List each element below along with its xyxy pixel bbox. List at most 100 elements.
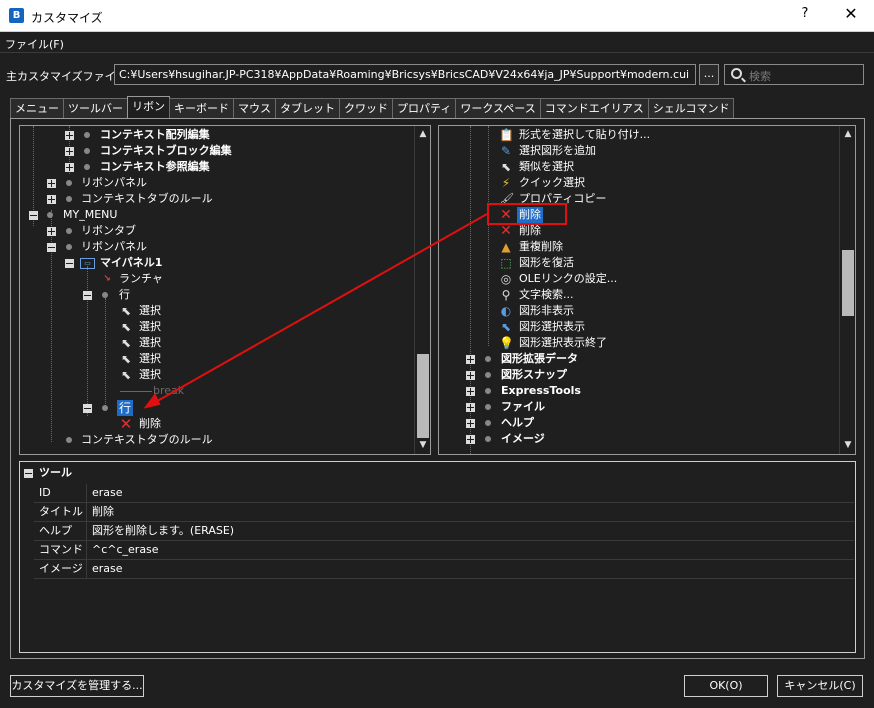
tree-item[interactable]: 行 bbox=[20, 287, 415, 303]
tree-item[interactable]: ⬉ 選択 bbox=[20, 351, 415, 367]
select-similar-icon: ⬉ bbox=[500, 160, 512, 174]
tree-item[interactable]: ↘ ランチャ bbox=[20, 271, 415, 287]
tree-item[interactable]: 図形拡張データ bbox=[439, 351, 838, 367]
tab-quad[interactable]: クワッド bbox=[339, 98, 393, 119]
tree-item[interactable]: 図形スナップ bbox=[439, 367, 838, 383]
tab-tablet[interactable]: タブレット bbox=[275, 98, 340, 119]
node-dot-icon bbox=[485, 372, 491, 378]
unisolate-icon: 💡 bbox=[499, 336, 514, 350]
select-cursor-icon: ⬉ bbox=[120, 304, 132, 318]
collapse-icon[interactable] bbox=[83, 291, 92, 300]
search-input[interactable]: 検索 bbox=[724, 64, 864, 85]
tree-item[interactable]: ▲ 重複削除 bbox=[439, 239, 838, 255]
tab-toolbar[interactable]: ツールバー bbox=[63, 98, 128, 119]
expand-icon[interactable] bbox=[47, 179, 56, 188]
expand-icon[interactable] bbox=[47, 227, 56, 236]
browse-button[interactable]: ... bbox=[699, 64, 719, 85]
tree-item[interactable]: ヘルプ bbox=[439, 415, 838, 431]
tree-item[interactable]: ⬉ 選択 bbox=[20, 335, 415, 351]
tree-item[interactable]: ファイル bbox=[439, 399, 838, 415]
tree-item[interactable]: ⬉ 選択 bbox=[20, 367, 415, 383]
menu-file[interactable]: ファイル(F) bbox=[5, 36, 64, 52]
command-tree-right[interactable]: 📋 形式を選択して貼り付け... ✎ 選択図形を追加 ⬉ 類似を選択 ⚡ クイッ… bbox=[438, 125, 856, 455]
tree-item-my-panel[interactable]: ▭ マイパネル1 bbox=[20, 255, 415, 271]
scroll-down-icon[interactable]: ▼ bbox=[843, 440, 853, 450]
tree-item[interactable]: リボンパネル bbox=[20, 175, 415, 191]
properties-section-header[interactable]: ツール bbox=[23, 465, 853, 481]
manage-customize-button[interactable]: カスタマイズを管理する... bbox=[10, 675, 144, 697]
ok-button[interactable]: OK(O) bbox=[684, 675, 768, 697]
collapse-icon[interactable] bbox=[47, 243, 56, 252]
node-dot-icon bbox=[102, 405, 108, 411]
expand-icon[interactable] bbox=[466, 371, 475, 380]
expand-icon[interactable] bbox=[466, 355, 475, 364]
close-button[interactable]: ✕ bbox=[834, 4, 868, 26]
ribbon-tree-left[interactable]: コンテキスト配列編集 コンテキストブロック編集 コンテキスト参照編集 リボンパネ… bbox=[19, 125, 431, 455]
left-tree-scrollbar[interactable]: ▲ ▼ bbox=[414, 126, 430, 454]
collapse-icon[interactable] bbox=[29, 211, 38, 220]
expand-icon[interactable] bbox=[466, 435, 475, 444]
tree-item[interactable]: ◐ 図形非表示 bbox=[439, 303, 838, 319]
expand-icon[interactable] bbox=[65, 131, 74, 140]
scroll-up-icon[interactable]: ▲ bbox=[843, 129, 853, 139]
tab-ribbon[interactable]: リボン bbox=[127, 96, 170, 119]
tree-item[interactable]: ◎ OLEリンクの設定... bbox=[439, 271, 838, 287]
tree-item[interactable]: ✕ 削除 bbox=[20, 416, 415, 432]
tree-item[interactable]: コンテキストタブのルール bbox=[20, 432, 415, 448]
tree-item[interactable]: ⚲ 文字検索... bbox=[439, 287, 838, 303]
collapse-icon[interactable] bbox=[83, 404, 92, 413]
tab-command-alias[interactable]: コマンドエイリアス bbox=[539, 98, 649, 119]
tree-item[interactable]: コンテキストタブのルール bbox=[20, 191, 415, 207]
expand-icon[interactable] bbox=[65, 163, 74, 172]
tree-item[interactable]: ⬚ 図形を復活 bbox=[439, 255, 838, 271]
property-row-id[interactable]: ID erase bbox=[34, 484, 854, 503]
tree-item[interactable]: ⬉ 類似を選択 bbox=[439, 159, 838, 175]
tree-item[interactable]: ✕ 削除 bbox=[439, 223, 838, 239]
paste-special-icon: 📋 bbox=[499, 128, 514, 142]
tree-item[interactable]: コンテキスト参照編集 bbox=[20, 159, 415, 175]
tab-shell-command[interactable]: シェルコマンド bbox=[647, 98, 735, 119]
tree-item[interactable]: ⬉ 選択 bbox=[20, 319, 415, 335]
tree-item[interactable]: ExpressTools bbox=[439, 383, 838, 399]
search-icon bbox=[731, 68, 742, 79]
tree-item-my-menu[interactable]: MY_MENU bbox=[20, 207, 415, 223]
tree-item[interactable]: ⬉ 選択 bbox=[20, 303, 415, 319]
expand-icon[interactable] bbox=[466, 419, 475, 428]
tree-item[interactable]: コンテキストブロック編集 bbox=[20, 143, 415, 159]
node-dot-icon bbox=[485, 436, 491, 442]
tree-item[interactable]: 📋 形式を選択して貼り付け... bbox=[439, 127, 838, 143]
property-row-help[interactable]: ヘルプ 図形を削除します。(ERASE) bbox=[34, 522, 854, 541]
expand-icon[interactable] bbox=[47, 195, 56, 204]
expand-icon[interactable] bbox=[466, 387, 475, 396]
help-button[interactable]: ? bbox=[790, 6, 820, 26]
cancel-button[interactable]: キャンセル(C) bbox=[777, 675, 863, 697]
tree-item[interactable]: ⬉ 図形選択表示 bbox=[439, 319, 838, 335]
tree-item[interactable]: コンテキスト配列編集 bbox=[20, 127, 415, 143]
collapse-icon[interactable] bbox=[24, 469, 33, 478]
tab-workspace[interactable]: ワークスペース bbox=[455, 98, 541, 119]
scroll-thumb[interactable] bbox=[842, 250, 854, 316]
tab-mouse[interactable]: マウス bbox=[233, 98, 276, 119]
scroll-thumb[interactable] bbox=[417, 354, 429, 438]
tab-keyboard[interactable]: キーボード bbox=[169, 98, 234, 119]
tree-item[interactable]: リボンパネル bbox=[20, 239, 415, 255]
tree-item[interactable]: 💡 図形選択表示終了 bbox=[439, 335, 838, 351]
tree-item[interactable]: ⚡ クイック選択 bbox=[439, 175, 838, 191]
main-file-path-field[interactable]: C:¥Users¥hsugihar.JP-PC318¥AppData¥Roami… bbox=[114, 64, 696, 85]
property-row-title[interactable]: タイトル 削除 bbox=[34, 503, 854, 522]
tab-menu[interactable]: メニュー bbox=[10, 98, 64, 119]
tree-item[interactable]: イメージ bbox=[439, 431, 838, 447]
property-row-command[interactable]: コマンド ^c^c_erase bbox=[34, 541, 854, 560]
tab-properties[interactable]: プロパティ bbox=[392, 98, 457, 119]
property-row-image[interactable]: イメージ erase bbox=[34, 560, 854, 579]
scroll-up-icon[interactable]: ▲ bbox=[418, 129, 428, 139]
collapse-icon[interactable] bbox=[65, 259, 74, 268]
tree-item[interactable]: リボンタブ bbox=[20, 223, 415, 239]
tree-item-break[interactable]: break bbox=[20, 383, 415, 399]
tree-item-row-selected[interactable]: 行 bbox=[20, 400, 415, 416]
tree-item[interactable]: ✎ 選択図形を追加 bbox=[439, 143, 838, 159]
right-tree-scrollbar[interactable]: ▲ ▼ bbox=[839, 126, 855, 454]
scroll-down-icon[interactable]: ▼ bbox=[418, 440, 428, 450]
expand-icon[interactable] bbox=[65, 147, 74, 156]
expand-icon[interactable] bbox=[466, 403, 475, 412]
